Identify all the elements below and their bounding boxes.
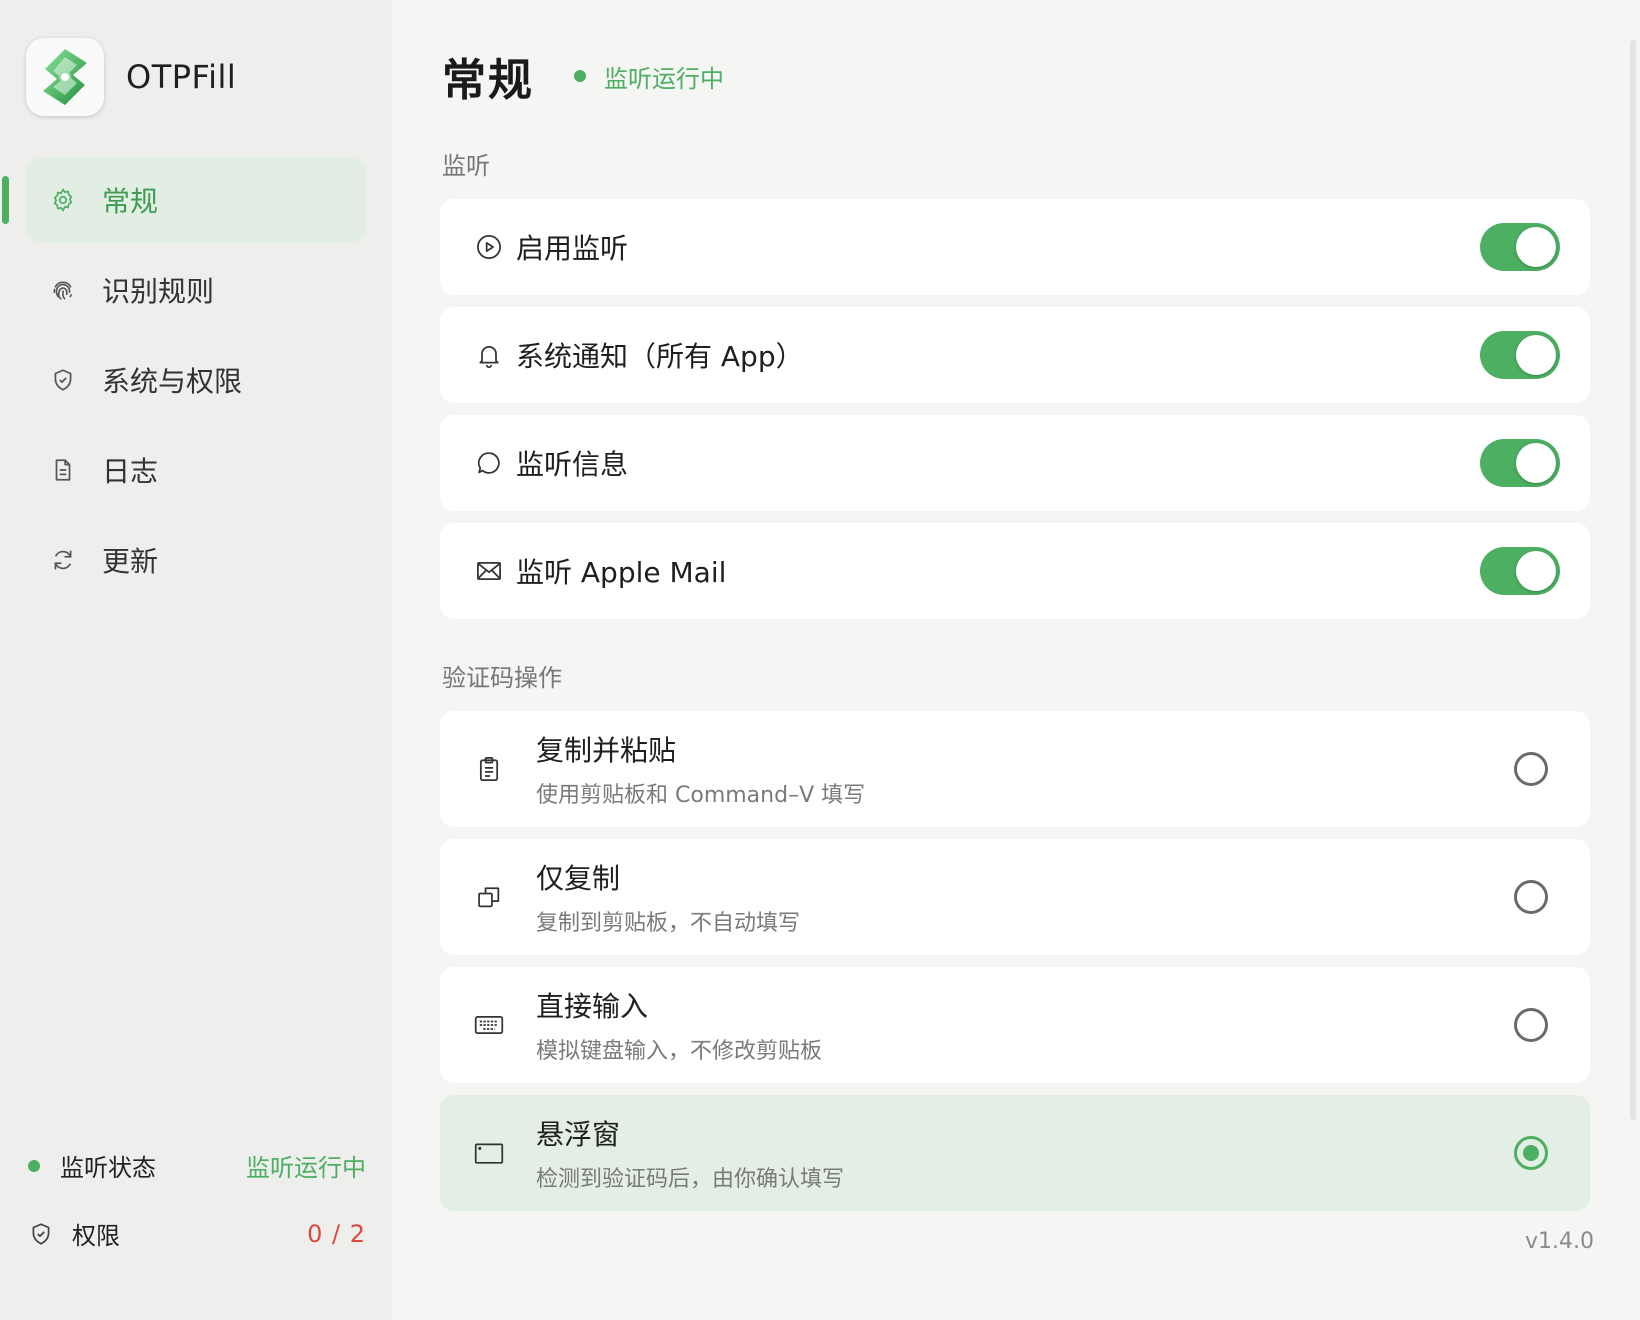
app-window: OTPFill 常规 识别规则 系统与权限 日志 更新 监听状态 监听运行中 权… [0, 0, 1640, 1320]
option-copy-and-paste[interactable]: 复制并粘贴 使用剪贴板和 Command–V 填写 [440, 711, 1590, 827]
option-description: 模拟键盘输入，不修改剪贴板 [536, 1039, 823, 1064]
copy-icon [472, 880, 506, 914]
option-title: 悬浮窗 [536, 1118, 621, 1151]
listen-status-label: 监听状态 [60, 1154, 156, 1182]
version-label: v1.4.0 [1525, 1229, 1594, 1254]
sidebar-item-label: 更新 [102, 545, 159, 578]
option-title: 复制并粘贴 [536, 734, 677, 767]
listen-status-row: 监听状态 监听运行中 [28, 1148, 366, 1183]
message-bubble-icon [472, 446, 506, 480]
header-status-text: 监听运行中 [604, 64, 724, 93]
option-radio[interactable] [1514, 1008, 1548, 1042]
option-copy-only[interactable]: 仅复制 复制到剪贴板，不自动填写 [440, 839, 1590, 955]
option-radio[interactable] [1514, 880, 1548, 914]
bell-icon [472, 338, 506, 372]
section-title-code-action: 验证码操作 [442, 664, 562, 692]
option-floating-window[interactable]: 悬浮窗 检测到验证码后，由你确认填写 [440, 1095, 1590, 1211]
setting-row-listen-messages: 监听信息 [440, 415, 1590, 511]
keyboard-icon [472, 1008, 506, 1042]
document-icon [46, 453, 80, 487]
setting-row-system-notifications: 系统通知（所有 App） [440, 307, 1590, 403]
section-title-listen: 监听 [442, 152, 490, 180]
page-title: 常规 [442, 55, 534, 106]
option-title: 直接输入 [536, 990, 649, 1023]
sidebar-item-label: 日志 [102, 455, 159, 488]
setting-label: 监听 Apple Mail [516, 556, 727, 589]
window-icon [472, 1136, 506, 1170]
fingerprint-icon [46, 273, 80, 307]
permissions-count: 0 / 2 [307, 1219, 366, 1248]
listen-messages-toggle[interactable] [1480, 439, 1560, 487]
shield-icon [28, 1221, 54, 1247]
setting-row-listen-mail: 监听 Apple Mail [440, 523, 1590, 619]
page-header: 常规 监听运行中 [442, 44, 724, 108]
option-radio-selected[interactable] [1514, 1136, 1548, 1170]
sidebar-item-label: 常规 [102, 185, 159, 218]
option-direct-input[interactable]: 直接输入 模拟键盘输入，不修改剪贴板 [440, 967, 1590, 1083]
mail-icon [472, 554, 506, 588]
enable-listen-toggle[interactable] [1480, 223, 1560, 271]
sidebar-item-system-permissions[interactable]: 系统与权限 [26, 338, 366, 422]
sidebar-item-label: 系统与权限 [102, 365, 243, 398]
sidebar-item-rules[interactable]: 识别规则 [26, 248, 366, 332]
sidebar-item-general[interactable]: 常规 [2, 158, 366, 242]
listen-mail-toggle[interactable] [1480, 547, 1560, 595]
setting-row-enable-listen: 启用监听 [440, 199, 1590, 295]
permissions-label: 权限 [72, 1222, 120, 1250]
option-radio[interactable] [1514, 752, 1548, 786]
main-content: 常规 监听运行中 监听 启用监听 系统通知（所有 App） 监听信息 监听 Ap… [392, 0, 1640, 1320]
sidebar-item-updates[interactable]: 更新 [26, 518, 366, 602]
setting-label: 监听信息 [516, 448, 629, 481]
brand: OTPFill [26, 38, 236, 116]
scrollbar[interactable] [1630, 40, 1636, 1120]
sidebar-item-label: 识别规则 [102, 275, 215, 308]
permissions-row[interactable]: 权限 0 / 2 [28, 1216, 366, 1251]
option-description: 使用剪贴板和 Command–V 填写 [536, 783, 866, 808]
app-name: OTPFill [126, 58, 237, 96]
shield-icon [46, 363, 80, 397]
setting-label: 启用监听 [516, 232, 629, 265]
header-status: 监听运行中 [574, 59, 724, 94]
status-dot [28, 1159, 40, 1172]
play-circle-icon [472, 230, 506, 264]
option-description: 检测到验证码后，由你确认填写 [536, 1167, 845, 1192]
listen-status-value: 监听运行中 [246, 1154, 366, 1182]
clipboard-icon [472, 752, 506, 786]
sidebar-nav: 常规 识别规则 系统与权限 日志 更新 [0, 158, 392, 608]
sidebar-item-logs[interactable]: 日志 [26, 428, 366, 512]
status-dot [574, 70, 586, 82]
option-title: 仅复制 [536, 862, 621, 895]
system-notifications-toggle[interactable] [1480, 331, 1560, 379]
setting-label: 系统通知（所有 App） [516, 340, 804, 373]
sidebar: OTPFill 常规 识别规则 系统与权限 日志 更新 监听状态 监听运行中 权… [0, 0, 392, 1320]
refresh-icon [46, 543, 80, 577]
option-description: 复制到剪贴板，不自动填写 [536, 911, 801, 936]
gear-icon [46, 183, 80, 217]
app-logo-icon [26, 38, 104, 116]
